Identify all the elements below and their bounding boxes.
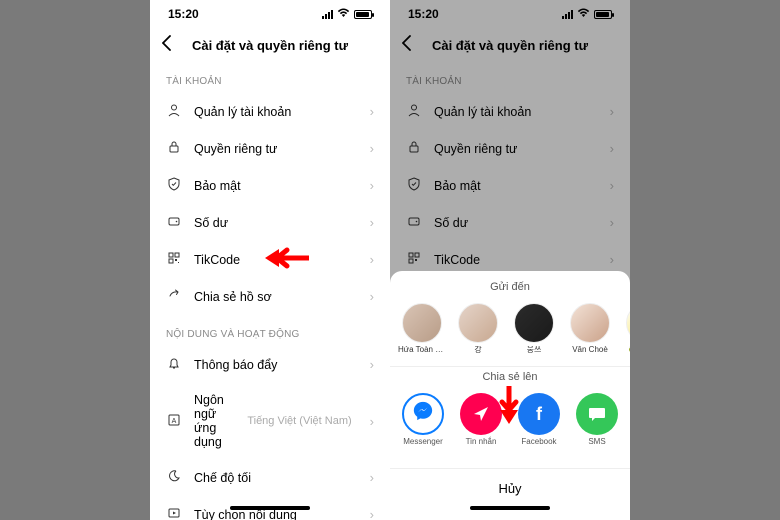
section-content: NỘI DUNG VÀ HOẠT ĐỘNG [150, 315, 390, 346]
bell-icon [166, 356, 182, 373]
contact-name: 🍋만지🍋 [629, 346, 630, 355]
qrcode-icon [166, 251, 182, 268]
divider [390, 366, 630, 367]
contact-name: 웅쓰 [527, 346, 542, 355]
contact-item[interactable]: Hứa Toàn Ngọc [398, 303, 446, 355]
phone-screenshot-left: 15:20 Cài đặt và quyền riêng tư TÀI KHOẢ… [150, 0, 390, 520]
status-icons [322, 8, 372, 21]
row-label: Thông báo đẩy [194, 358, 358, 372]
lock-icon [166, 140, 182, 157]
avatar-icon [626, 303, 630, 343]
shield-icon [166, 177, 182, 194]
section-account: TÀI KHOẢN [150, 62, 390, 93]
chevron-right-icon: › [370, 104, 374, 119]
home-indicator [470, 506, 550, 510]
share-label: Facebook [521, 438, 556, 447]
signal-icon [322, 10, 333, 19]
moon-icon [166, 469, 182, 486]
status-bar: 15:20 [150, 0, 390, 28]
share-label: Messenger [403, 438, 443, 447]
page-header: Cài đặt và quyền riêng tư [150, 28, 390, 62]
send-icon [460, 393, 502, 435]
share-app-sms[interactable]: SMS [572, 393, 622, 456]
chevron-right-icon: › [370, 178, 374, 193]
contact-item[interactable]: Vân Choè [566, 303, 614, 355]
chevron-right-icon: › [370, 289, 374, 304]
chevron-right-icon: › [370, 414, 374, 429]
row-app-language[interactable]: A Ngôn ngữ ứng dụng Tiếng Việt (Việt Nam… [150, 383, 390, 459]
chevron-right-icon: › [370, 215, 374, 230]
sheet-title-share: Chia sẻ lên [390, 371, 630, 383]
contact-name: Vân Choè [572, 346, 608, 355]
row-manage-account[interactable]: Quản lý tài khoản › [150, 93, 390, 130]
home-indicator [230, 506, 310, 510]
contact-item[interactable]: 강 [454, 303, 502, 355]
wifi-icon [337, 8, 350, 21]
battery-icon [354, 10, 372, 19]
contacts-row[interactable]: Hứa Toàn Ngọc 강 웅쓰 Vân Choè 🍋만지🍋 Hà [390, 303, 630, 363]
contact-item[interactable]: 웅쓰 [510, 303, 558, 355]
share-app-messenger[interactable]: Messenger [398, 393, 448, 456]
avatar-icon [514, 303, 554, 343]
modal-overlay[interactable] [390, 0, 630, 315]
row-privacy[interactable]: Quyền riêng tư › [150, 130, 390, 167]
row-label: Số dư [194, 216, 358, 230]
row-label: Chia sẻ hồ sơ [194, 290, 358, 304]
chevron-right-icon: › [370, 141, 374, 156]
row-security[interactable]: Bảo mật › [150, 167, 390, 204]
share-icon [166, 288, 182, 305]
avatar-icon [570, 303, 610, 343]
svg-text:A: A [172, 418, 177, 425]
row-balance[interactable]: Số dư › [150, 204, 390, 241]
chevron-right-icon: › [370, 357, 374, 372]
wallet-icon [166, 214, 182, 231]
row-label: Chế độ tối [194, 471, 358, 485]
person-icon [166, 103, 182, 120]
page-title: Cài đặt và quyền riêng tư [192, 38, 348, 53]
row-label: Bảo mật [194, 179, 358, 193]
messenger-icon [402, 393, 444, 435]
chevron-right-icon: › [370, 470, 374, 485]
play-icon [166, 506, 182, 520]
share-label: SMS [588, 438, 605, 447]
row-share-profile[interactable]: Chia sẻ hồ sơ › [150, 278, 390, 315]
share-label: Tin nhắn [466, 438, 497, 447]
row-label: Quản lý tài khoản [194, 105, 358, 119]
avatar-icon [458, 303, 498, 343]
avatar-icon [402, 303, 442, 343]
phone-screenshot-right: 15:20 Cài đặt và quyền riêng tư TÀI KHOẢ… [390, 0, 630, 520]
chevron-right-icon: › [370, 507, 374, 520]
share-app-facebook[interactable]: f Facebook [514, 393, 564, 456]
back-button[interactable] [162, 35, 172, 56]
status-time: 15:20 [168, 7, 199, 21]
contact-item[interactable]: 🍋만지🍋 [622, 303, 630, 355]
sheet-title-send: Gửi đến [390, 281, 630, 293]
facebook-icon: f [518, 393, 560, 435]
row-value: Tiếng Việt (Việt Nam) [247, 415, 351, 427]
row-dark-mode[interactable]: Chế độ tối › [150, 459, 390, 496]
contact-name: Hứa Toàn Ngọc [398, 346, 446, 355]
annotation-arrow-icon [265, 247, 309, 269]
row-label: Ngôn ngữ ứng dụng [194, 393, 235, 449]
chevron-right-icon: › [370, 252, 374, 267]
annotation-arrow-icon [498, 386, 520, 424]
row-label: Quyền riêng tư [194, 142, 358, 156]
cancel-button[interactable]: Hủy [390, 468, 630, 504]
language-icon: A [166, 413, 182, 430]
sms-icon [576, 393, 618, 435]
contact-name: 강 [474, 346, 481, 355]
row-push-notification[interactable]: Thông báo đẩy › [150, 346, 390, 383]
